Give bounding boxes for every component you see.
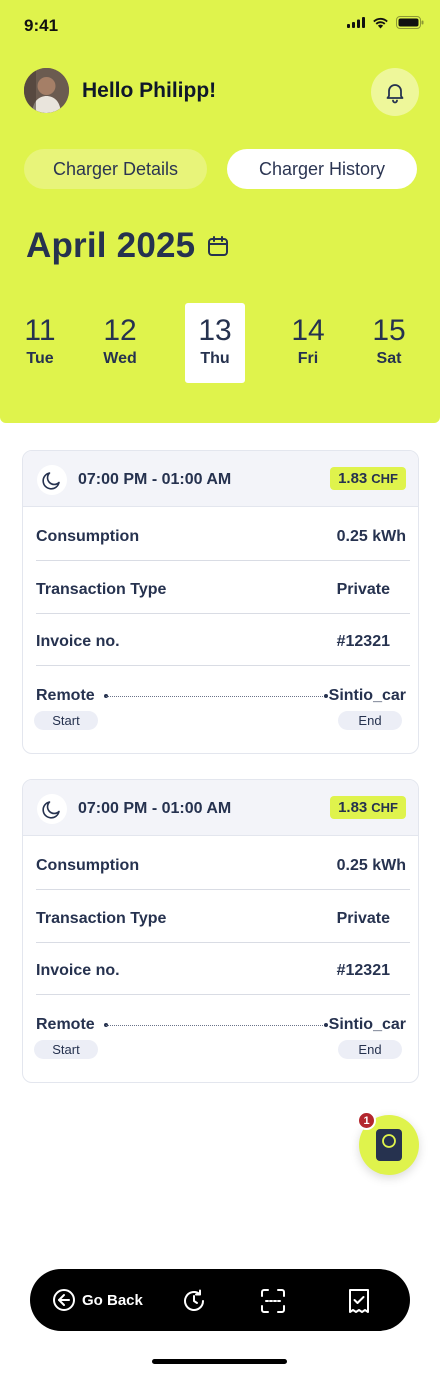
transaction-type-value: Private [336,581,390,598]
home-indicator [152,1359,287,1364]
history-icon[interactable] [181,1288,207,1314]
day-11[interactable]: 11 Tue [10,303,70,383]
moon-icon [37,465,67,495]
day-14[interactable]: 14 Fri [278,303,338,383]
day-selector: 11 Tue 12 Wed 13 Thu 14 Fri 15 Sat [0,303,440,383]
status-icons [347,16,424,29]
end-pill: End [338,711,402,730]
transaction-type-value: Private [336,910,390,927]
greeting-row: Hello Philipp! [24,68,419,116]
battery-icon [396,16,424,29]
day-12[interactable]: 12 Wed [90,303,150,383]
session-route: Remote Sintio_car Start End [34,1016,406,1064]
day-number: 14 [291,314,325,347]
transaction-type-row: Transaction Type Private [36,561,410,614]
avatar-image [24,68,69,113]
session-card-header: 07:00 PM - 01:00 AM 1.83 CHF [23,451,418,507]
consumption-value: 0.25 kWh [336,857,406,874]
consumption-value: 0.25 kWh [336,528,406,545]
go-back-button[interactable]: Go Back [52,1288,143,1312]
session-card[interactable]: 07:00 PM - 01:00 AM 1.83 CHF Consumption… [22,450,419,754]
day-number: 12 [103,314,137,347]
status-bar: 9:41 [0,0,440,52]
day-name: Tue [26,350,54,367]
consumption-row: Consumption 0.25 kWh [36,837,410,890]
month-title: April 2025 [26,226,196,265]
charger-icon [376,1129,402,1161]
end-pill: End [338,1040,402,1059]
greeting-text: Hello Philipp! [82,79,217,102]
day-name: Fri [297,350,319,367]
price-currency: CHF [371,471,398,486]
price-amount: 1.83 [338,799,368,816]
tab-charger-history[interactable]: Charger History [227,149,417,189]
day-number: 11 [24,314,56,347]
avatar[interactable] [24,68,69,113]
wifi-icon [373,17,388,28]
session-time-range: 07:00 PM - 01:00 AM [78,471,232,488]
session-route: Remote Sintio_car Start End [34,687,406,735]
route-from: Remote [36,1016,95,1033]
row-label: Invoice no. [36,633,120,650]
status-time: 9:41 [24,16,59,35]
route-line [106,1025,327,1026]
price-currency: CHF [371,800,398,815]
route-end-dot [324,694,328,698]
scan-icon[interactable] [260,1288,286,1314]
notifications-button[interactable] [371,68,419,116]
price-amount: 1.83 [338,470,368,487]
tab-bar: Charger Details Charger History [24,149,418,189]
back-arrow-icon [53,1289,75,1311]
route-to: Sintio_car [328,1016,406,1033]
day-number: 13 [198,314,232,347]
invoice-value: #12321 [336,962,390,979]
row-label: Consumption [36,528,140,545]
day-name: Sat [376,350,402,367]
route-line [106,696,327,697]
session-price-badge: 1.83 CHF [330,467,406,490]
invoice-row: Invoice no. #12321 [36,942,410,995]
go-back-label: Go Back [82,1291,143,1309]
day-13[interactable]: 13 Thu [185,303,245,383]
session-price-badge: 1.83 CHF [330,796,406,819]
receipt-icon[interactable] [346,1288,372,1314]
row-label: Invoice no. [36,962,120,979]
consumption-row: Consumption 0.25 kWh [36,508,410,561]
invoice-row: Invoice no. #12321 [36,613,410,666]
row-label: Transaction Type [36,581,167,598]
bottom-nav: Go Back [30,1269,410,1331]
month-selector[interactable]: April 2025 [26,226,229,266]
session-card[interactable]: 07:00 PM - 01:00 AM 1.83 CHF Consumption… [22,779,419,1083]
session-time-range: 07:00 PM - 01:00 AM [78,800,232,817]
transaction-type-row: Transaction Type Private [36,890,410,943]
day-name: Thu [200,350,230,367]
session-card-header: 07:00 PM - 01:00 AM 1.83 CHF [23,780,418,836]
day-number: 15 [372,314,406,347]
route-from: Remote [36,687,95,704]
signal-icon [347,17,365,28]
bell-icon [386,84,404,104]
row-label: Consumption [36,857,140,874]
moon-icon [37,794,67,824]
day-name: Wed [103,350,137,367]
calendar-icon[interactable] [207,235,229,257]
day-15[interactable]: 15 Sat [359,303,419,383]
start-pill: Start [34,1040,98,1059]
route-end-dot [324,1023,328,1027]
route-to: Sintio_car [328,687,406,704]
invoice-value: #12321 [336,633,390,650]
row-label: Transaction Type [36,910,167,927]
tab-charger-details[interactable]: Charger Details [24,149,207,189]
fab-notification-badge: 1 [357,1111,376,1130]
start-pill: Start [34,711,98,730]
